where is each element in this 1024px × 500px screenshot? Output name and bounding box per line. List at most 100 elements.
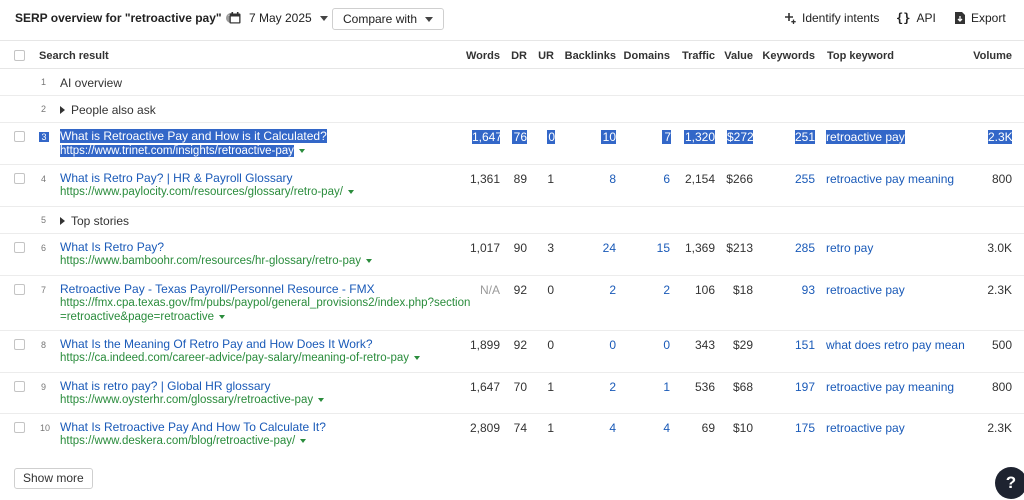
caret-right-icon [60, 216, 65, 225]
chevron-down-icon[interactable] [219, 314, 226, 319]
backlinks-value[interactable]: 10 [601, 130, 616, 144]
keywords-value[interactable]: 285 [753, 241, 815, 255]
keywords-value[interactable]: 175 [753, 421, 815, 435]
chevron-down-icon[interactable] [366, 258, 373, 263]
col-domains[interactable]: Domains [616, 50, 670, 62]
col-value[interactable]: Value [715, 50, 753, 62]
top-keyword-link[interactable]: retroactive pay [826, 421, 905, 435]
value-value: $10 [732, 421, 753, 435]
domains-value[interactable]: 7 [662, 130, 671, 144]
words-value: 1,361 [469, 172, 500, 186]
row-checkbox[interactable] [14, 131, 25, 142]
result-url[interactable]: https://www.deskera.com/blog/retroactive… [60, 434, 307, 449]
result-title-link[interactable]: Retroactive Pay - Texas Payroll/Personne… [60, 282, 375, 296]
people-also-ask-toggle[interactable]: People also ask [60, 103, 156, 117]
domains-value[interactable]: 15 [616, 241, 670, 255]
result-url-text[interactable]: https://www.deskera.com/blog/retroactive… [60, 435, 295, 447]
table-row[interactable]: 5 Top stories [0, 207, 1024, 234]
help-chat-button[interactable]: ? [995, 467, 1024, 499]
col-words[interactable]: Words [450, 50, 500, 62]
result-url-text[interactable]: =retroactive&page=retroactive [60, 311, 214, 323]
result-url[interactable]: =retroactive&page=retroactive [60, 310, 226, 325]
volume-value: 2.3K [988, 130, 1013, 144]
result-url[interactable]: https://www.paylocity.com/resources/glos… [60, 185, 354, 200]
words-value: 1,899 [469, 338, 500, 352]
result-title-link[interactable]: What Is the Meaning Of Retro Pay and How… [60, 337, 373, 351]
domains-value[interactable]: 0 [616, 338, 670, 352]
chevron-down-icon[interactable] [298, 148, 305, 153]
show-more-button[interactable]: Show more [14, 468, 93, 489]
col-backlinks[interactable]: Backlinks [554, 50, 616, 62]
backlinks-value[interactable]: 8 [554, 172, 616, 186]
export-button[interactable]: Export [955, 11, 1006, 25]
table-row: 6 What Is Retro Pay? https://www.bambooh… [0, 234, 1024, 276]
col-traffic[interactable]: Traffic [670, 50, 715, 62]
result-url-text[interactable]: https://www.paylocity.com/resources/glos… [60, 186, 343, 198]
col-keywords[interactable]: Keywords [753, 50, 815, 62]
col-top-keyword[interactable]: Top keyword [827, 50, 894, 62]
chevron-down-icon[interactable] [414, 355, 420, 360]
keywords-value[interactable]: 151 [753, 338, 815, 352]
result-title-link[interactable]: What is Retro Pay? | HR & Payroll Glossa… [60, 171, 293, 185]
identify-intents-button[interactable]: Identify intents [785, 11, 879, 25]
chevron-down-icon[interactable] [347, 189, 354, 194]
top-keyword-link[interactable]: retroactive pay [826, 283, 905, 297]
chevron-down-icon[interactable] [300, 438, 307, 443]
domains-value[interactable]: 4 [616, 421, 670, 435]
words-value: 1,017 [469, 241, 500, 255]
api-button[interactable]: {} API [896, 11, 936, 25]
export-icon [955, 12, 965, 24]
result-title-link[interactable]: What is retro pay? | Global HR glossary [60, 379, 271, 393]
keywords-value[interactable]: 255 [753, 172, 815, 186]
api-label: API [916, 11, 936, 25]
top-keyword-link[interactable]: what does retro pay mean [826, 338, 965, 352]
top-stories-toggle[interactable]: Top stories [60, 214, 129, 228]
table-row: 3 What is Retroactive Pay and How is it … [0, 123, 1024, 165]
result-url[interactable]: https://www.oysterhr.com/glossary/retroa… [60, 393, 325, 408]
result-url-text[interactable]: https://fmx.cpa.texas.gov/fm/pubs/paypol… [60, 296, 470, 311]
traffic-value: 343 [694, 338, 715, 352]
result-url[interactable]: https://ca.indeed.com/career-advice/pay-… [60, 351, 420, 366]
result-title-link[interactable]: What is Retroactive Pay and How is it Ca… [60, 129, 327, 143]
keywords-value[interactable]: 93 [753, 283, 815, 297]
volume-value: 800 [991, 172, 1012, 186]
top-keyword-link[interactable]: retroactive pay [826, 130, 905, 144]
top-keyword-link[interactable]: retroactive pay meaning [826, 380, 954, 394]
col-volume[interactable]: Volume [960, 50, 1012, 62]
backlinks-value[interactable]: 2 [554, 380, 616, 394]
backlinks-value[interactable]: 4 [554, 421, 616, 435]
compare-with-dropdown[interactable]: Compare with [332, 8, 445, 30]
toolbar: SERP overview for "retroactive pay" ? 7 … [0, 0, 1024, 38]
backlinks-value[interactable]: 24 [554, 241, 616, 255]
words-value: N/A [479, 283, 500, 297]
value-value: $68 [732, 380, 753, 394]
top-keyword-link[interactable]: retro pay [826, 241, 873, 255]
col-dr[interactable]: DR [500, 50, 527, 62]
domains-value[interactable]: 2 [616, 283, 670, 297]
result-url-text[interactable]: https://www.oysterhr.com/glossary/retroa… [60, 394, 313, 406]
result-url-text[interactable]: https://www.trinet.com/insights/retroact… [60, 145, 294, 157]
result-title-link[interactable]: What Is Retro Pay? [60, 240, 164, 254]
chevron-down-icon [319, 15, 328, 21]
domains-value[interactable]: 1 [616, 380, 670, 394]
result-url[interactable]: https://www.trinet.com/insights/retroact… [60, 144, 305, 159]
dr-value: 90 [513, 241, 527, 255]
date-picker[interactable]: 7 May 2025 [229, 11, 328, 25]
top-keyword-link[interactable]: retroactive pay meaning [826, 172, 954, 186]
chevron-down-icon[interactable] [318, 397, 325, 402]
value-value: $266 [726, 172, 753, 186]
table-row[interactable]: 2 People also ask [0, 96, 1024, 123]
result-url[interactable]: https://www.bamboohr.com/resources/hr-gl… [60, 254, 373, 269]
result-url-text[interactable]: https://www.bamboohr.com/resources/hr-gl… [60, 255, 361, 267]
backlinks-value[interactable]: 0 [554, 338, 616, 352]
result-title-link[interactable]: What Is Retroactive Pay And How To Calcu… [60, 420, 326, 434]
keywords-value[interactable]: 251 [795, 130, 815, 144]
keywords-value[interactable]: 197 [753, 380, 815, 394]
col-ur[interactable]: UR [527, 50, 554, 62]
backlinks-value[interactable]: 2 [554, 283, 616, 297]
domains-value[interactable]: 6 [616, 172, 670, 186]
ur-value: 3 [547, 241, 554, 255]
table-header: Search result Words DR UR Backlinks Doma… [0, 40, 1024, 69]
result-url-text[interactable]: https://ca.indeed.com/career-advice/pay-… [60, 352, 409, 364]
select-all-checkbox[interactable] [14, 50, 25, 61]
